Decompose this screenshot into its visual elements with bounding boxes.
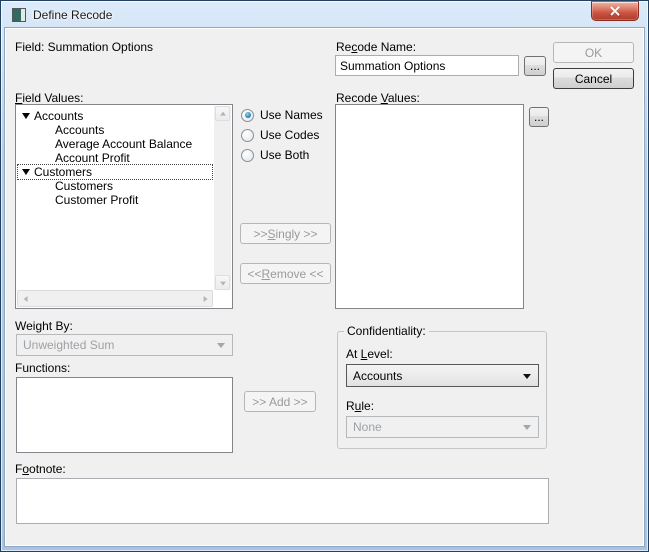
vertical-scrollbar[interactable] xyxy=(214,106,231,290)
scroll-left-icon xyxy=(23,296,27,302)
at-level-dropdown[interactable]: Accounts xyxy=(346,364,539,387)
tree-item[interactable]: Average Account Balance xyxy=(18,137,212,151)
add-button[interactable]: >> Add >> xyxy=(244,391,316,412)
rule-label: Rule: xyxy=(346,399,374,413)
titlebar[interactable]: Define Recode xyxy=(1,1,648,28)
scroll-up-button[interactable] xyxy=(215,106,230,121)
scroll-right-icon xyxy=(203,296,207,302)
confidentiality-label: Confidentiality: xyxy=(344,324,429,338)
recode-name-browse-button[interactable]: ... xyxy=(524,56,546,76)
field-values-tree[interactable]: Accounts Accounts Average Account Balanc… xyxy=(15,104,233,309)
weight-by-dropdown[interactable]: Unweighted Sum xyxy=(16,334,233,356)
tree-expanded-icon xyxy=(22,169,30,175)
rule-dropdown[interactable]: None xyxy=(346,416,539,438)
tree-item[interactable]: Customer Profit xyxy=(18,193,212,207)
recode-name-input[interactable] xyxy=(335,55,519,76)
tree-item[interactable]: Accounts xyxy=(18,123,212,137)
close-button[interactable] xyxy=(591,1,639,21)
radio-label: Use Names xyxy=(260,108,323,122)
radio-use-both[interactable]: Use Both xyxy=(241,148,309,162)
horizontal-scrollbar[interactable] xyxy=(17,290,213,307)
radio-label: Use Both xyxy=(260,148,309,162)
dropdown-arrow-icon xyxy=(217,343,225,348)
define-recode-dialog: Define Recode Field: Summation Options R… xyxy=(0,0,649,552)
field-info-label: Field: Summation Options xyxy=(15,40,153,54)
rule-value: None xyxy=(353,420,382,434)
remove-button[interactable]: << Remove << xyxy=(240,263,331,284)
footnote-input[interactable] xyxy=(16,478,549,524)
tree-expanded-icon xyxy=(22,113,30,119)
functions-list[interactable] xyxy=(16,377,233,453)
radio-icon xyxy=(241,129,254,142)
ok-button[interactable]: OK xyxy=(553,42,634,63)
at-level-value: Accounts xyxy=(353,369,402,383)
close-icon xyxy=(610,6,620,16)
radio-use-codes[interactable]: Use Codes xyxy=(241,128,319,142)
scroll-left-button[interactable] xyxy=(18,291,33,306)
scroll-up-icon xyxy=(220,111,226,115)
recode-name-label: Recode Name: xyxy=(336,40,416,54)
recode-values-list[interactable] xyxy=(335,104,524,309)
tree-item[interactable]: Customers xyxy=(18,179,212,193)
dropdown-arrow-icon xyxy=(523,374,531,379)
dropdown-arrow-icon xyxy=(523,425,531,430)
tree-item[interactable]: Account Profit xyxy=(18,151,212,165)
scroll-right-button[interactable] xyxy=(197,291,212,306)
tree-item-focused[interactable]: Customers xyxy=(18,165,212,179)
radio-icon xyxy=(241,109,254,122)
recode-values-browse-button[interactable]: ... xyxy=(529,107,549,127)
cancel-button[interactable]: Cancel xyxy=(553,68,634,89)
radio-use-names[interactable]: Use Names xyxy=(241,108,323,122)
singly-button[interactable]: >> Singly >> xyxy=(240,223,331,244)
radio-label: Use Codes xyxy=(260,128,319,142)
radio-icon xyxy=(241,149,254,162)
recode-values-label: Recode Values: xyxy=(336,91,420,105)
at-level-label: At Level: xyxy=(346,347,393,361)
scroll-down-button[interactable] xyxy=(215,275,230,290)
field-values-label: Field Values: xyxy=(15,91,84,105)
weight-by-value: Unweighted Sum xyxy=(23,338,114,352)
tree-item[interactable]: Accounts xyxy=(18,109,212,123)
weight-by-label: Weight By: xyxy=(15,319,73,333)
footnote-label: Footnote: xyxy=(15,462,66,476)
functions-label: Functions: xyxy=(15,361,70,375)
scroll-down-icon xyxy=(220,281,226,285)
window-title: Define Recode xyxy=(33,8,112,22)
app-icon xyxy=(12,8,26,22)
